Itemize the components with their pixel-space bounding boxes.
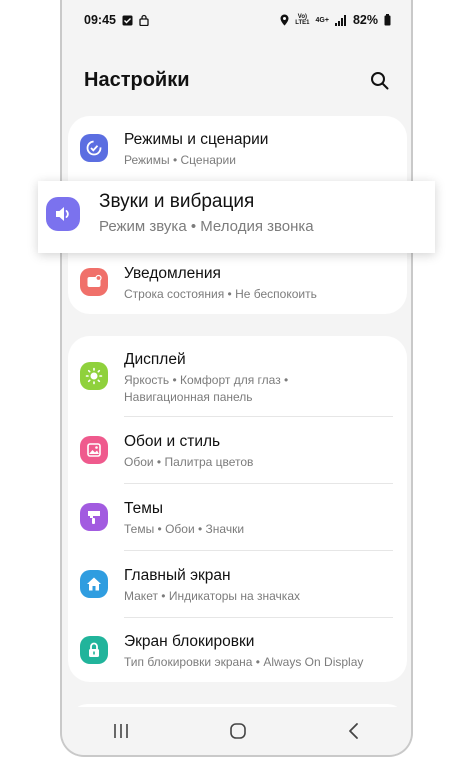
recent-apps-icon[interactable] [112,723,130,739]
search-icon[interactable] [370,71,389,90]
item-subtitle: Темы • Обои • Значки [124,522,245,536]
phone-screen: 09:45 Vo) LTE1 4G+ 82% Настройки Режимы … [60,0,413,757]
message-notification-icon [122,15,133,26]
settings-item-modes[interactable]: Режимы и сценарии Режимы • Сценарии [68,116,407,182]
item-title: Дисплей [124,351,186,368]
item-subtitle: Тип блокировки экрана • Always On Displa… [124,655,364,669]
item-subtitle: Строка состояния • Не беспокоить [124,287,317,301]
settings-item-wallpaper[interactable]: Обои и стиль Обои • Палитра цветов [68,417,407,483]
status-time: 09:45 [84,13,116,27]
volte-indicator: Vo) LTE1 [295,14,310,26]
settings-item-home-screen[interactable]: Главный экран Макет • Индикаторы на знач… [68,551,407,617]
themes-icon [80,503,108,531]
navigation-bar [62,707,411,755]
sun-icon [80,362,108,390]
notifications-icon [80,268,108,296]
item-subtitle: Макет • Индикаторы на значках [124,589,300,603]
header: Настройки [62,60,411,100]
lock-notification-icon [139,14,149,26]
modes-icon [80,134,108,162]
settings-item-themes[interactable]: Темы Темы • Обои • Значки [68,484,407,550]
settings-card-2: Дисплей Яркость • Комфорт для глаз • Нав… [68,336,407,682]
lock-icon [80,636,108,664]
wallpaper-icon [80,436,108,464]
settings-item-notifications[interactable]: Уведомления Строка состояния • Не беспок… [68,248,407,314]
home-icon [80,570,108,598]
item-title: Уведомления [124,265,221,282]
location-icon [280,14,289,26]
status-bar: 09:45 Vo) LTE1 4G+ 82% [62,0,411,40]
signal-icon [334,14,347,26]
item-subtitle: Яркость • Комфорт для глаз • Навигационн… [124,373,289,404]
item-title: Темы [124,500,164,517]
item-title: Главный экран [124,567,231,584]
item-subtitle: Обои • Палитра цветов [124,455,254,469]
battery-percent: 82% [352,13,378,27]
network-type: 4G+ [315,16,329,24]
item-subtitle: Режим звука • Мелодия звонка [99,218,314,235]
item-title: Экран блокировки [124,633,255,650]
home-button-icon[interactable] [229,722,247,740]
item-title: Звуки и вибрация [99,191,255,212]
sound-icon [46,197,80,231]
settings-item-lock-screen[interactable]: Экран блокировки Тип блокировки экрана •… [68,618,407,682]
item-subtitle: Режимы • Сценарии [124,153,236,167]
settings-item-display[interactable]: Дисплей Яркость • Комфорт для глаз • Нав… [68,336,407,416]
item-title: Режимы и сценарии [124,131,269,148]
item-title: Обои и стиль [124,433,221,450]
settings-item-sounds-highlighted[interactable]: Звуки и вибрация Режим звука • Мелодия з… [38,181,435,253]
back-icon[interactable] [347,722,361,740]
page-title: Настройки [84,68,190,91]
battery-icon [384,14,391,26]
